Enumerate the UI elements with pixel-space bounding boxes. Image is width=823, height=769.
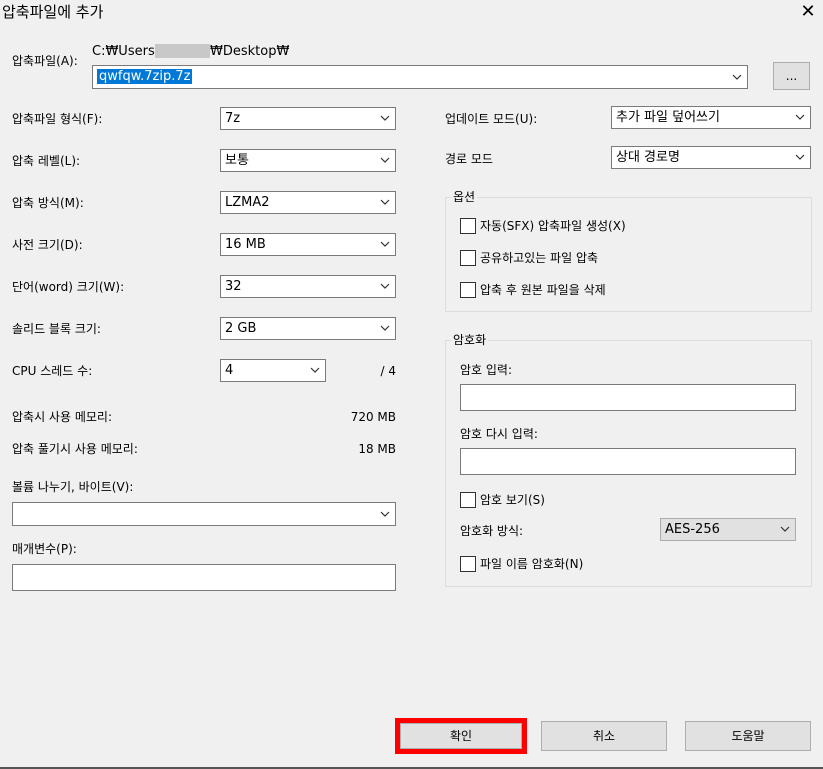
chevron-down-icon <box>794 111 806 123</box>
level-value: 보통 <box>225 153 249 168</box>
browse-button[interactable]: ... <box>773 62 810 90</box>
chevron-down-icon <box>379 154 391 166</box>
level-label: 압축 레벨(L): <box>12 154 81 168</box>
params-value <box>13 570 17 585</box>
chevron-down-icon <box>779 523 791 535</box>
params-input[interactable] <box>12 564 396 591</box>
chevron-down-icon <box>379 280 391 292</box>
mem-compress-value: 720 MB <box>350 410 396 424</box>
archive-path-suffix: ₩Desktop₩ <box>210 44 290 59</box>
archive-filename: qwfqw.7zip.7z <box>97 69 193 84</box>
cpu-value: 4 <box>225 363 234 378</box>
repeat-password-input[interactable] <box>460 448 796 475</box>
word-select[interactable]: 32 <box>220 275 396 298</box>
mem-compress-label: 압축시 사용 메모리: <box>12 410 112 424</box>
word-value: 32 <box>225 279 242 294</box>
chevron-down-icon <box>379 112 391 124</box>
level-select[interactable]: 보통 <box>220 149 396 172</box>
volume-label: 볼륨 나누기, 바이트(V): <box>12 480 134 494</box>
close-icon[interactable]: ✕ <box>797 2 819 22</box>
chevron-down-icon <box>309 364 321 376</box>
password-input[interactable] <box>460 384 796 411</box>
dict-value: 16 MB <box>225 237 266 252</box>
cancel-button[interactable]: 취소 <box>541 721 667 751</box>
encrypt-names-label: 파일 이름 암호화(N) <box>480 557 584 571</box>
format-value: 7z <box>225 111 241 126</box>
password-label: 암호 입력: <box>460 363 513 377</box>
options-group-title: 옵션 <box>451 190 478 204</box>
redacted-username <box>155 44 210 58</box>
dict-label: 사전 크기(D): <box>12 238 83 252</box>
path-mode-select[interactable]: 상대 경로명 <box>611 146 811 169</box>
method-select[interactable]: LZMA2 <box>220 191 396 214</box>
update-mode-select[interactable]: 추가 파일 덮어쓰기 <box>611 106 811 129</box>
window-title: 압축파일에 추가 <box>2 3 104 21</box>
encryption-method-select[interactable]: AES-256 <box>660 518 796 541</box>
chevron-down-icon <box>731 71 743 83</box>
solid-label: 솔리드 블록 크기: <box>12 322 101 336</box>
ok-button[interactable]: 확인 <box>400 723 522 749</box>
chevron-down-icon <box>794 151 806 163</box>
archive-name-combobox[interactable]: qwfqw.7zip.7z <box>92 65 748 89</box>
solid-value: 2 GB <box>225 321 257 336</box>
mem-decompress-value: 18 MB <box>358 442 396 456</box>
path-mode-value: 상대 경로명 <box>616 150 680 165</box>
cpu-label: CPU 스레드 수: <box>12 364 93 378</box>
solid-select[interactable]: 2 GB <box>220 317 396 340</box>
params-label: 매개변수(P): <box>12 542 77 556</box>
shared-label: 공유하고있는 파일 압축 <box>480 251 599 265</box>
sfx-checkbox[interactable] <box>460 218 476 234</box>
delete-label: 압축 후 원본 파일을 삭제 <box>480 283 606 297</box>
delete-checkbox[interactable] <box>460 282 476 298</box>
sfx-label: 자동(SFX) 압축파일 생성(X) <box>480 219 626 233</box>
method-label: 압축 방식(M): <box>12 196 84 210</box>
show-password-checkbox[interactable] <box>460 492 476 508</box>
chevron-down-icon <box>379 508 391 520</box>
path-mode-label: 경로 모드 <box>445 152 493 166</box>
encryption-group-title: 암호화 <box>451 333 489 347</box>
format-select[interactable]: 7z <box>220 107 396 130</box>
help-button[interactable]: 도움말 <box>685 721 811 751</box>
show-password-label: 암호 보기(S) <box>480 493 545 507</box>
archive-path-prefix: C:₩Users <box>92 44 155 59</box>
chevron-down-icon <box>379 322 391 334</box>
format-label: 압축파일 형식(F): <box>12 112 103 126</box>
archive-label: 압축파일(A): <box>12 54 78 68</box>
encryption-method-label: 암호화 방식: <box>460 524 524 538</box>
chevron-down-icon <box>379 238 391 250</box>
cpu-select[interactable]: 4 <box>220 359 326 382</box>
method-value: LZMA2 <box>225 195 270 210</box>
word-label: 단어(word) 크기(W): <box>12 280 125 294</box>
shared-checkbox[interactable] <box>460 250 476 266</box>
update-mode-label: 업데이트 모드(U): <box>445 112 538 126</box>
dict-select[interactable]: 16 MB <box>220 233 396 256</box>
cpu-max: / 4 <box>380 364 397 378</box>
encryption-method-value: AES-256 <box>665 522 720 537</box>
volume-combobox[interactable] <box>12 502 396 526</box>
chevron-down-icon <box>379 196 391 208</box>
mem-decompress-label: 압축 풀기시 사용 메모리: <box>12 442 138 456</box>
update-mode-value: 추가 파일 덮어쓰기 <box>616 110 720 125</box>
repeat-password-label: 암호 다시 입력: <box>460 427 538 441</box>
encrypt-names-checkbox[interactable] <box>460 556 476 572</box>
